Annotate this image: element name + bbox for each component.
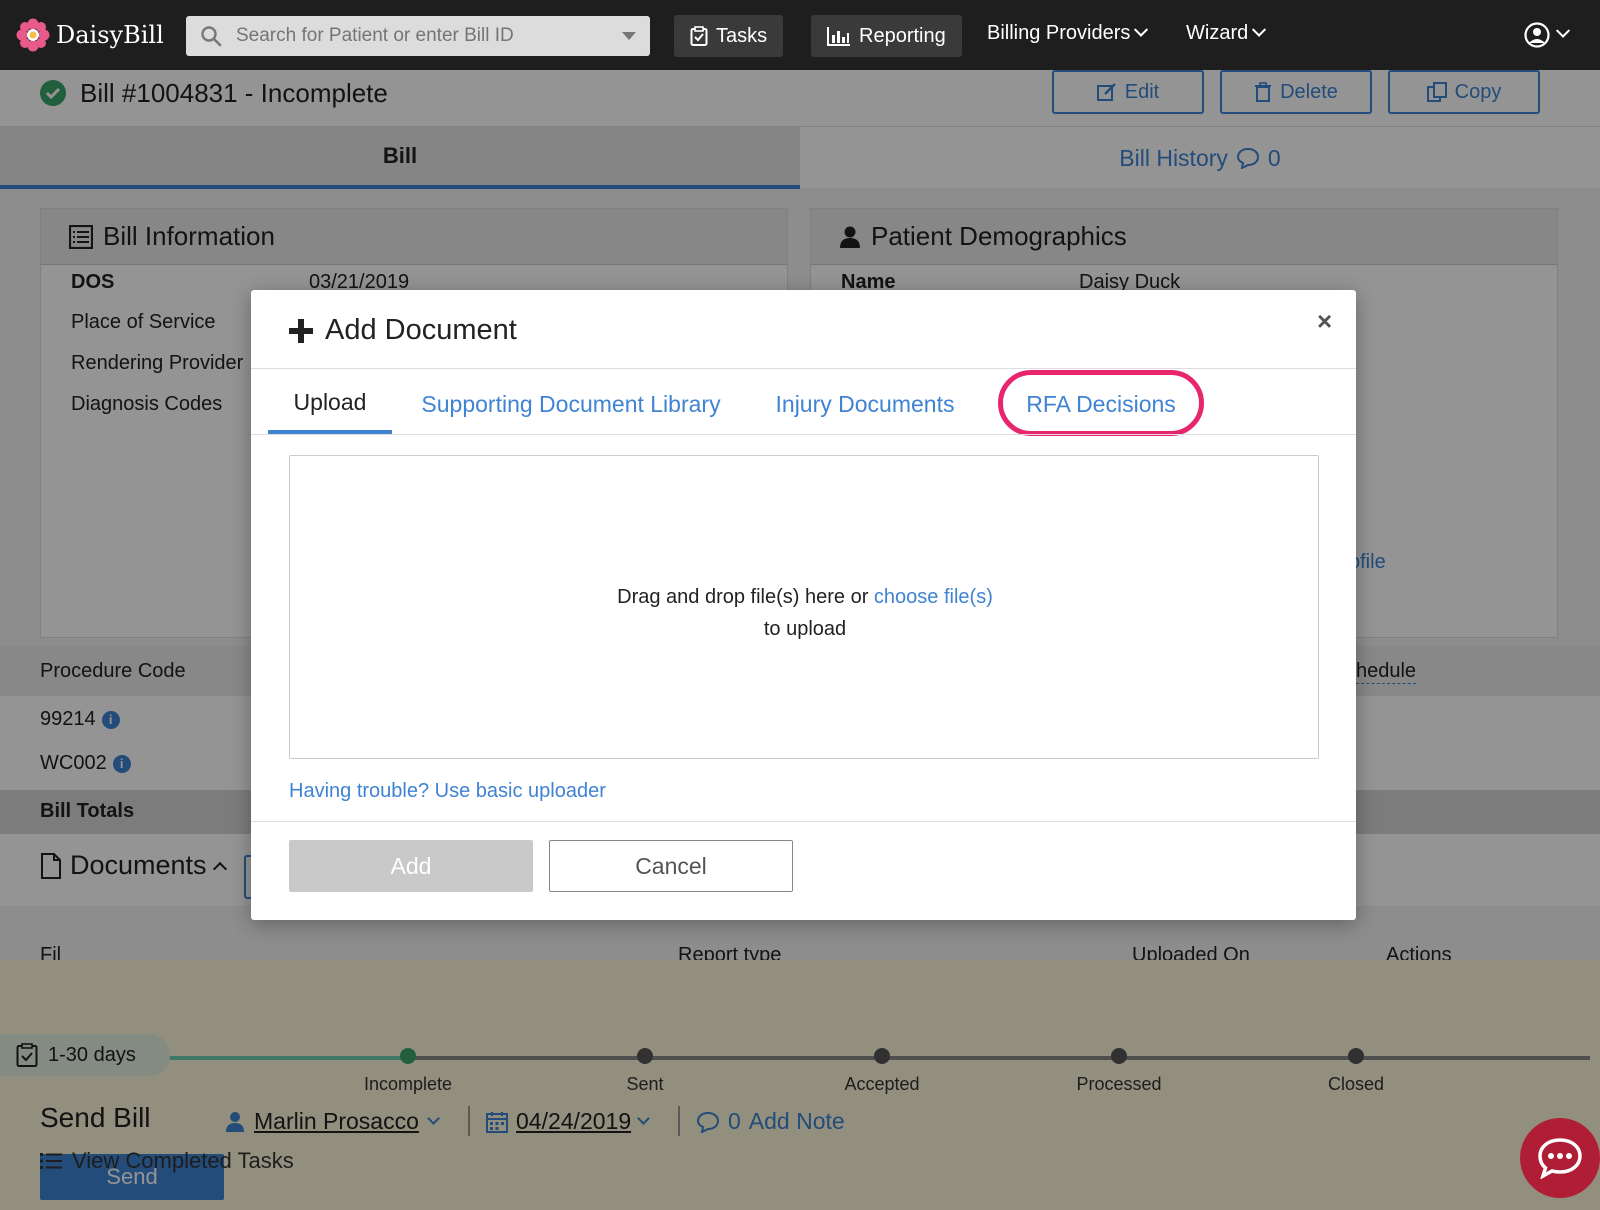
reporting-label: Reporting [859,24,946,47]
add-button[interactable]: Add [289,840,533,892]
logo[interactable]: DaisyBill [16,18,164,52]
reporting-button[interactable]: Reporting [811,15,962,57]
chat-icon [1538,1138,1582,1179]
tab-supporting-document-library[interactable]: Supporting Document Library [411,374,731,434]
search-box[interactable] [186,16,650,56]
wizard-label: Wizard [1186,22,1249,44]
tab-injury-documents[interactable]: Injury Documents [767,374,963,434]
bar-chart-icon [827,27,850,46]
choose-files-link[interactable]: choose file(s) [874,586,993,608]
user-menu[interactable] [1524,22,1571,48]
clipboard-icon [690,26,708,46]
modal-title-text: Add Document [325,314,517,346]
search-input[interactable] [236,25,622,47]
user-circle-icon [1524,22,1550,48]
chevron-down-icon [1252,22,1267,37]
basic-uploader-link[interactable]: Having trouble? Use basic uploader [289,780,606,803]
chevron-down-icon [1134,22,1149,37]
wizard-menu[interactable]: Wizard [1186,22,1267,45]
chevron-down-icon [1555,23,1571,38]
close-icon[interactable]: × [1317,306,1332,337]
dropzone-subtext: to upload [763,618,847,640]
divider [251,434,1356,435]
dropzone-text: Drag and drop file(s) here or choose fil… [290,586,1320,609]
tasks-button[interactable]: Tasks [674,15,784,57]
tasks-label: Tasks [716,24,768,47]
caret-down-icon[interactable] [622,32,636,40]
daisy-logo-icon [16,18,50,52]
chat-launcher[interactable] [1520,1118,1600,1198]
modal-title: Add Document [289,314,517,347]
divider [251,368,1356,369]
highlight-ring [998,370,1204,436]
add-document-modal: Add Document × Upload Supporting Documen… [251,290,1356,920]
file-dropzone[interactable]: Drag and drop file(s) here or choose fil… [289,455,1319,759]
billing-providers-label: Billing Providers [987,22,1131,44]
cancel-button[interactable]: Cancel [549,840,793,892]
tab-upload[interactable]: Upload [268,374,392,434]
drop-instructions: Drag and drop file(s) here or [617,586,869,608]
top-nav: DaisyBill Tasks Reporting Billing Provid… [0,0,1600,70]
billing-providers-menu[interactable]: Billing Providers [987,22,1149,45]
plus-icon [289,318,313,343]
logo-text: DaisyBill [56,21,164,49]
search-icon [201,26,222,47]
divider [251,821,1356,822]
